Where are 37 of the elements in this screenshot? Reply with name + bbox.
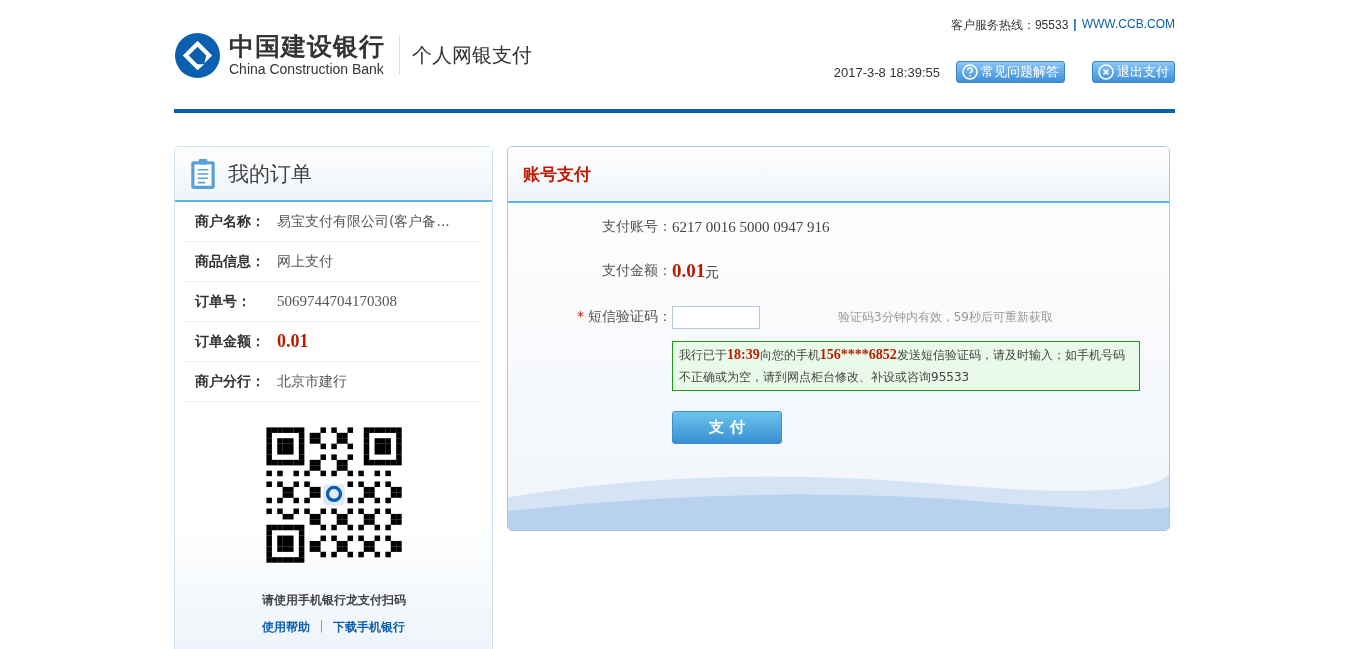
account-number: 6217 0016 5000 0947 916 <box>672 218 830 236</box>
bank-logo-icon <box>174 31 221 79</box>
separator: | <box>319 619 324 635</box>
datetime-text: 2017-3-8 18:39:55 <box>833 64 940 80</box>
close-icon <box>1098 64 1114 80</box>
sms-notice: 我行已于18:39向您的手机156****6852发送短信验证码，请及时输入；如手机号码不正确或为空，请到网点柜台修改、补设或咨询95533 <box>672 341 1140 391</box>
download-link[interactable]: 下载手机银行 <box>332 619 405 636</box>
required-mark: * <box>577 308 584 324</box>
website-link[interactable]: WWW.CCB.COM <box>1081 17 1175 34</box>
clipboard-icon <box>190 157 216 190</box>
currency-unit: 元 <box>705 264 720 280</box>
separator: | <box>1073 17 1077 33</box>
sms-code-field[interactable] <box>672 305 760 329</box>
sms-code-label: 短信验证码： <box>588 308 672 324</box>
help-link[interactable]: 使用帮助 <box>262 619 311 636</box>
amount-value: 0.01 <box>672 260 706 281</box>
panel-title: 账号支付 <box>523 162 591 186</box>
field-label: 商户名称： <box>195 212 266 231</box>
panel-title: 我的订单 <box>228 160 312 188</box>
field-value: 5069744704170308 <box>277 293 397 310</box>
field-value: 0.01 <box>277 331 309 352</box>
amount-label: 支付金额： <box>601 262 672 280</box>
field-label: 订单号： <box>195 292 252 311</box>
product-title: 个人网银支付 <box>399 36 532 74</box>
account-label: 支付账号： <box>601 218 672 236</box>
field-value: 北京市建行 <box>277 372 347 391</box>
field-value: 易宝支付有限公司(客户备... <box>277 212 450 231</box>
help-icon <box>962 64 978 80</box>
field-label: 商品信息： <box>195 252 266 271</box>
field-label: 订单金额： <box>195 332 266 351</box>
hotline-text: 客户服务热线：95533 <box>950 17 1069 34</box>
field-label: 商户分行： <box>195 372 266 391</box>
bank-name-english: China Construction Bank <box>229 61 385 77</box>
qr-caption: 请使用手机银行龙支付扫码 <box>261 592 406 609</box>
sms-hint: 验证码3分钟内有效，59秒后可重新获取 <box>838 308 1053 326</box>
field-value: 网上支付 <box>277 252 333 271</box>
bank-name: 中国建设银行 <box>229 33 385 61</box>
